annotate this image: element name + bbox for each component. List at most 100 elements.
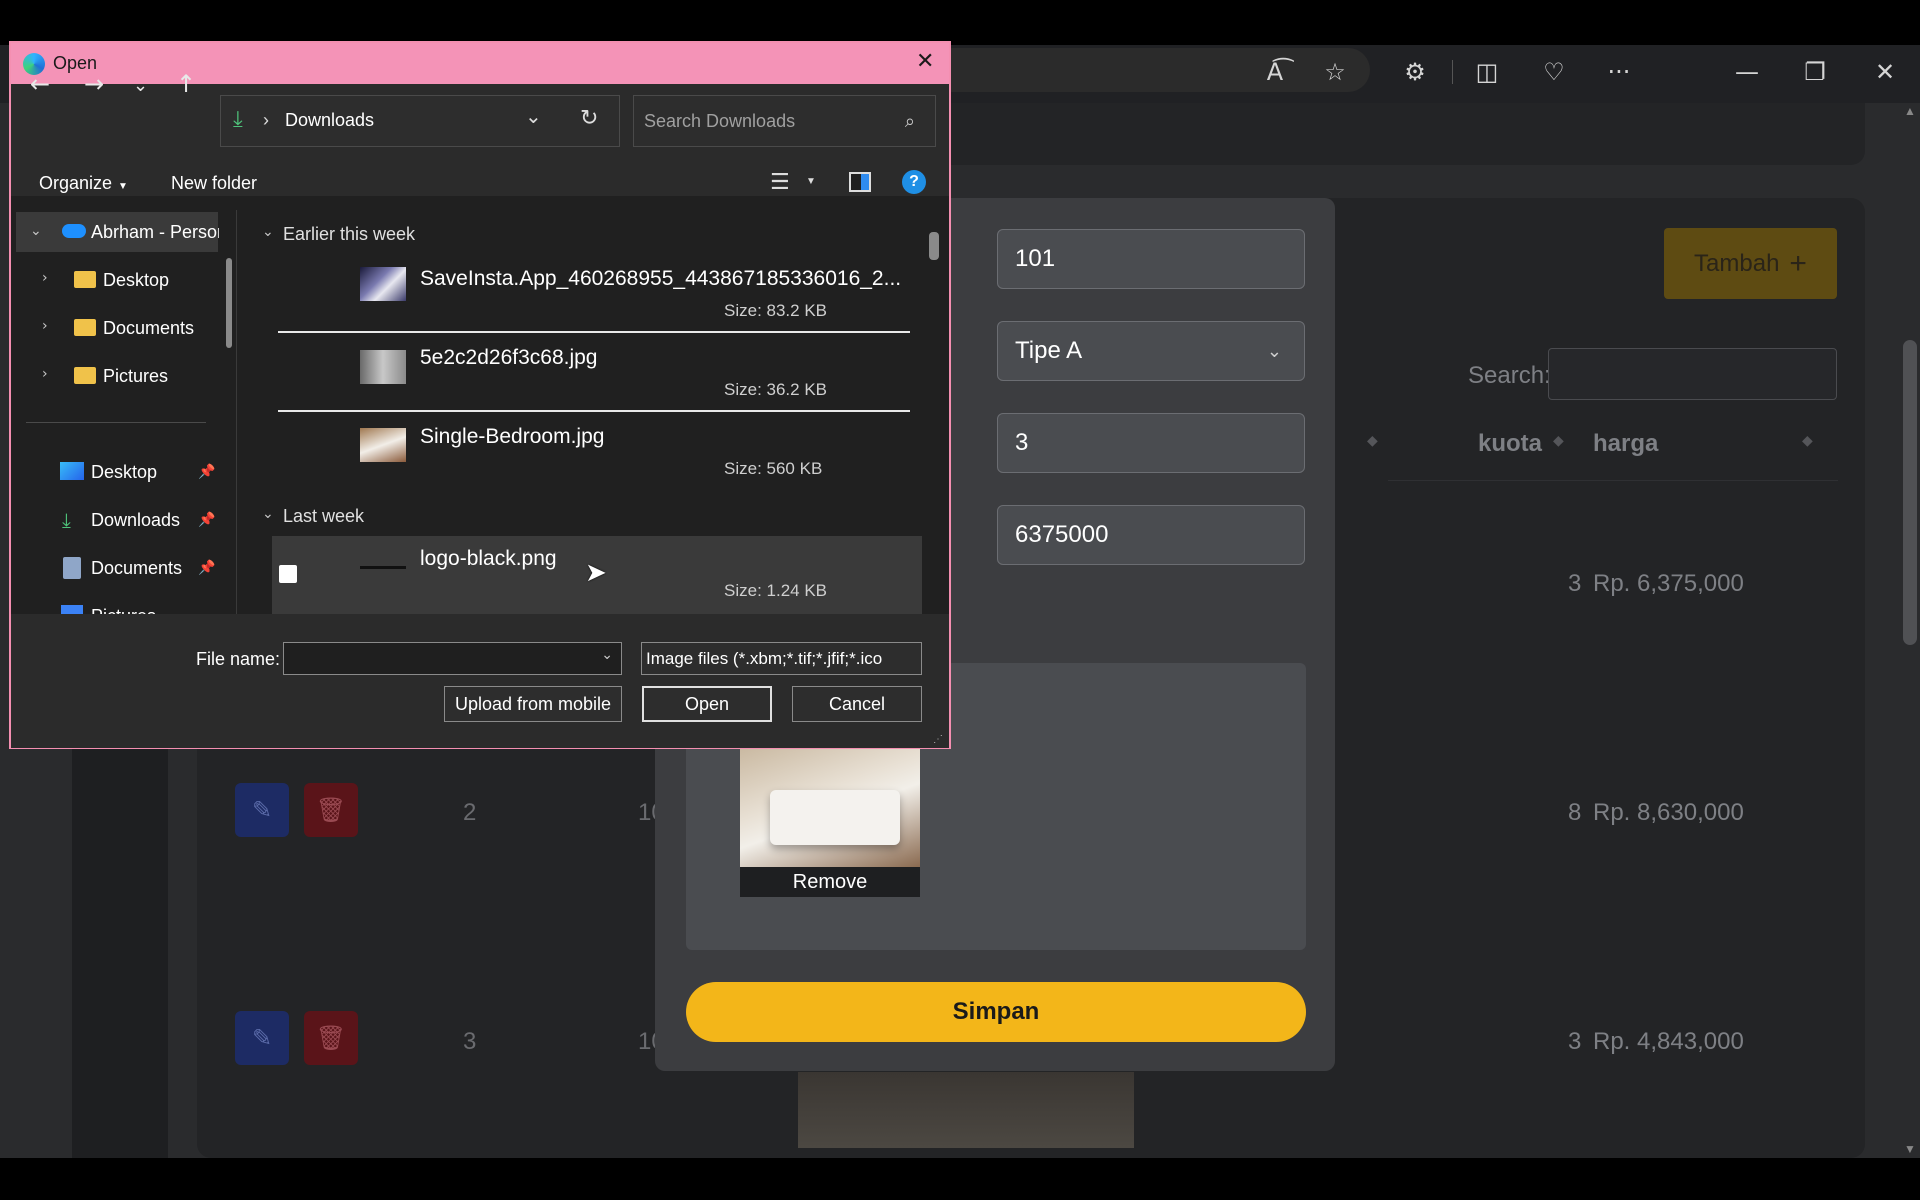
nav-tree-documents[interactable]: Documents — [103, 318, 194, 339]
scroll-down-icon[interactable]: ▼ — [1904, 1142, 1916, 1156]
file-name-input[interactable]: ⌄ — [283, 642, 622, 675]
recent-locations-chevron-icon[interactable]: ⌄ — [133, 75, 148, 96]
view-options-icon[interactable]: ☰ — [770, 170, 790, 195]
add-button[interactable]: Tambah + — [1664, 228, 1837, 299]
file-name-logo-black[interactable]: logo-black.png — [420, 547, 557, 571]
scroll-up-icon[interactable]: ▲ — [1904, 104, 1916, 118]
expand-chevron-icon[interactable]: › — [42, 318, 48, 334]
file-checkbox[interactable] — [279, 565, 297, 583]
row-3-kuota: 3 — [1568, 1028, 1582, 1055]
path-bar[interactable] — [220, 95, 620, 147]
file-list-scroll-thumb[interactable] — [929, 232, 939, 260]
quota-input[interactable]: 3 — [997, 413, 1305, 473]
nav-tree-desktop[interactable]: Desktop — [103, 270, 169, 291]
folder-icon — [74, 319, 96, 336]
expand-chevron-icon[interactable]: › — [42, 270, 48, 286]
row-3-room-image — [798, 1072, 1134, 1148]
column-header-kuota[interactable]: kuota — [1478, 430, 1542, 458]
restore-icon[interactable]: ❐ — [1797, 54, 1833, 90]
row-2-kuota: 8 — [1568, 799, 1582, 826]
dialog-close-icon[interactable]: ✕ — [916, 49, 934, 74]
price-input[interactable]: 6375000 — [997, 505, 1305, 565]
forward-arrow-icon[interactable]: → — [84, 70, 104, 98]
read-aloud-icon[interactable]: A͡ — [1257, 54, 1293, 90]
pin-icon: 📌 — [198, 512, 216, 528]
scroll-thumb[interactable] — [1903, 340, 1917, 645]
search-downloads-input[interactable]: Search Downloads ⌕ — [633, 95, 936, 147]
expand-chevron-icon[interactable]: › — [42, 366, 48, 382]
resize-grip-icon[interactable]: ⋰ — [933, 734, 943, 745]
favorite-star-icon[interactable]: ☆ — [1317, 54, 1353, 90]
chevron-down-icon[interactable]: ⌄ — [601, 647, 613, 663]
file-thumbnail — [360, 428, 406, 462]
group-earlier-this-week[interactable]: Earlier this week — [283, 224, 415, 245]
up-arrow-icon[interactable]: ↑ — [176, 70, 196, 98]
cancel-button[interactable]: Cancel — [792, 686, 922, 722]
downloads-icon: ⤓ — [62, 508, 71, 532]
file-name-5e2c[interactable]: 5e2c2d26f3c68.jpg — [420, 346, 598, 370]
add-label: Tambah — [1694, 249, 1780, 277]
file-thumbnail — [360, 267, 406, 301]
minimize-icon[interactable]: — — [1729, 54, 1765, 90]
column-header-harga[interactable]: harga — [1593, 430, 1658, 458]
nav-tree-pictures[interactable]: Pictures — [103, 366, 168, 387]
delete-button[interactable]: 🗑 — [304, 783, 358, 837]
organize-label: Organize — [39, 173, 113, 193]
split-screen-icon[interactable]: ◫ — [1469, 54, 1505, 90]
refresh-icon[interactable]: ↻ — [580, 106, 598, 131]
trash-icon: 🗑 — [315, 1024, 347, 1052]
group-last-week[interactable]: Last week — [283, 506, 364, 527]
file-thumbnail — [360, 566, 406, 569]
file-type-select[interactable]: Image files (*.xbm;*.tif;*.jfif;*.ico — [641, 642, 922, 675]
nav-quick-documents[interactable]: Documents — [91, 558, 182, 579]
sort-icon[interactable]: ◆ — [1367, 432, 1378, 449]
path-current-folder[interactable]: Downloads — [285, 110, 374, 131]
pencil-icon: ✎ — [251, 796, 273, 824]
desktop-icon — [60, 462, 84, 480]
file-size: Size: 1.24 KB — [724, 581, 828, 600]
more-menu-icon[interactable]: ··· — [1601, 54, 1637, 90]
path-dropdown-icon[interactable]: ⌄ — [525, 104, 542, 128]
dialog-footer — [11, 614, 949, 748]
downloads-icon: ⤓ — [233, 107, 243, 132]
pane-splitter[interactable] — [236, 210, 237, 614]
delete-button[interactable]: 🗑 — [304, 1011, 358, 1065]
file-name-saveinsta[interactable]: SaveInsta.App_460268955_443867185336016_… — [420, 267, 901, 291]
close-window-icon[interactable]: ✕ — [1867, 54, 1903, 90]
file-name-single-bedroom[interactable]: Single-Bedroom.jpg — [420, 425, 604, 449]
upload-from-mobile-button[interactable]: Upload from mobile — [444, 686, 622, 722]
nav-divider — [26, 422, 206, 423]
organize-menu[interactable]: Organize ▼ — [39, 173, 128, 194]
back-arrow-icon[interactable]: ← — [30, 70, 50, 98]
sort-icon[interactable]: ◆ — [1553, 432, 1564, 449]
group-collapse-icon[interactable]: ⌄ — [262, 224, 274, 240]
mouse-cursor: ➤ — [585, 558, 607, 588]
open-button[interactable]: Open — [642, 686, 772, 722]
save-button[interactable]: Simpan — [686, 982, 1306, 1042]
nav-quick-desktop[interactable]: Desktop — [91, 462, 157, 483]
file-thumbnail — [360, 350, 406, 384]
dialog-title-bar: Open ✕ — [11, 43, 949, 85]
room-number-input[interactable]: 101 — [997, 229, 1305, 289]
edit-button[interactable]: ✎ — [235, 783, 289, 837]
view-caret-icon[interactable]: ▼ — [806, 176, 816, 187]
nav-quick-downloads[interactable]: Downloads — [91, 510, 180, 531]
sort-icon[interactable]: ◆ — [1802, 432, 1813, 449]
address-bar[interactable] — [930, 48, 1370, 92]
expand-chevron-icon[interactable]: ⌄ — [30, 223, 42, 239]
caret-down-icon: ▼ — [118, 181, 128, 192]
row-1-harga: Rp. 6,375,000 — [1593, 570, 1744, 597]
pencil-icon: ✎ — [251, 1024, 273, 1052]
nav-pane-scroll-thumb[interactable] — [226, 258, 232, 348]
edit-button[interactable]: ✎ — [235, 1011, 289, 1065]
file-separator — [278, 331, 910, 333]
preview-pane-icon[interactable] — [849, 172, 871, 192]
group-collapse-icon[interactable]: ⌄ — [262, 506, 274, 522]
table-search-input[interactable] — [1548, 348, 1837, 400]
room-type-select[interactable]: Tipe A ⌄ — [997, 321, 1305, 381]
browser-essentials-icon[interactable]: ♡ — [1536, 54, 1572, 90]
extensions-icon[interactable]: ⚙ — [1397, 54, 1433, 90]
new-folder-button[interactable]: New folder — [171, 173, 257, 194]
remove-image-button[interactable]: Remove — [740, 867, 920, 897]
help-icon[interactable]: ? — [902, 170, 926, 194]
